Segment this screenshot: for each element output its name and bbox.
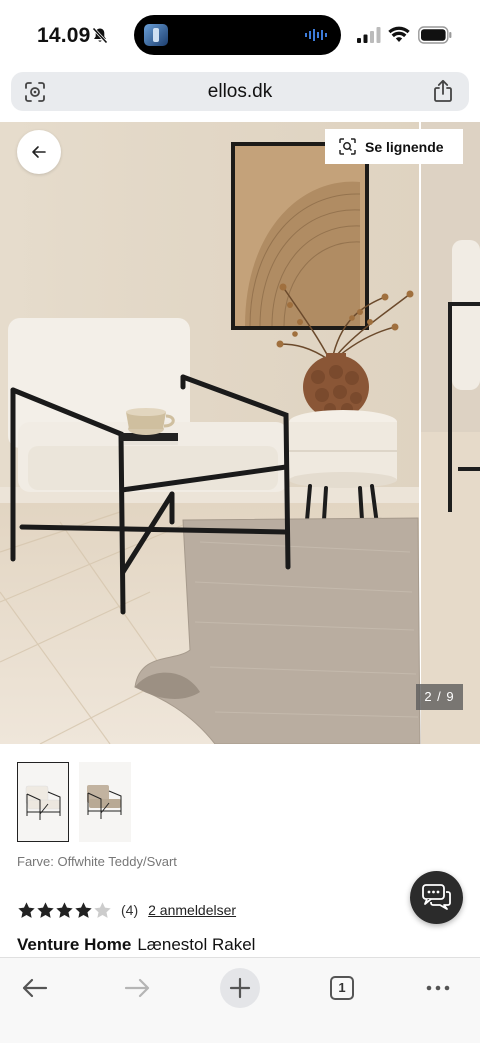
signal-icon bbox=[357, 27, 381, 43]
chat-icon bbox=[422, 884, 451, 910]
url-text[interactable]: ellos.dk bbox=[11, 81, 469, 103]
product-photo bbox=[0, 122, 480, 744]
audio-wave-icon bbox=[305, 29, 327, 41]
browser-forward-button[interactable] bbox=[117, 968, 157, 1008]
rating-count: (4) bbox=[121, 902, 139, 918]
tabs-button[interactable]: 1 bbox=[322, 968, 362, 1008]
wifi-icon bbox=[388, 26, 410, 42]
see-similar-button[interactable]: Se lignende bbox=[325, 129, 463, 164]
address-bar[interactable]: ellos.dk bbox=[11, 72, 469, 111]
battery-icon bbox=[418, 26, 452, 44]
more-icon bbox=[426, 985, 450, 991]
chair-thumbnail-image bbox=[87, 785, 122, 819]
more-button[interactable] bbox=[418, 968, 458, 1008]
back-button[interactable] bbox=[17, 130, 61, 174]
star-empty-icon bbox=[94, 901, 111, 918]
back-arrow-icon bbox=[22, 978, 48, 998]
share-icon[interactable] bbox=[432, 79, 454, 103]
see-similar-label: Se lignende bbox=[365, 138, 444, 155]
status-time: 14.09 bbox=[37, 24, 91, 47]
thumbnail-offwhite[interactable] bbox=[17, 762, 69, 842]
plus-icon bbox=[229, 977, 251, 999]
product-image-gallery[interactable] bbox=[0, 122, 480, 744]
bell-muted-icon bbox=[92, 27, 108, 44]
star-filled-icon bbox=[75, 901, 92, 918]
forward-arrow-icon bbox=[124, 978, 150, 998]
tab-count: 1 bbox=[330, 976, 354, 1000]
product-title: Venture Home Lænestol Rakel bbox=[17, 935, 255, 955]
now-playing-app-icon bbox=[144, 24, 168, 46]
visual-search-icon bbox=[339, 138, 356, 155]
star-filled-icon bbox=[56, 901, 73, 918]
thumbnail-beige[interactable] bbox=[79, 762, 131, 842]
arrow-left-icon bbox=[32, 146, 46, 158]
star-filled-icon bbox=[18, 901, 35, 918]
browser-back-button[interactable] bbox=[15, 968, 55, 1008]
star-filled-icon bbox=[37, 901, 54, 918]
star-rating bbox=[17, 901, 112, 920]
new-tab-button[interactable] bbox=[220, 968, 260, 1008]
rating-row: (4) 2 anmeldelser bbox=[17, 899, 236, 921]
image-counter: 2 / 9 bbox=[416, 684, 463, 710]
reviews-link[interactable]: 2 anmeldelser bbox=[148, 902, 236, 918]
chair-thumbnail-image bbox=[25, 785, 61, 820]
chat-button[interactable] bbox=[410, 871, 463, 924]
status-bar: 14.09 bbox=[0, 0, 480, 70]
selected-color: Farve: Offwhite Teddy/Svart bbox=[17, 854, 177, 869]
dynamic-island bbox=[134, 15, 341, 55]
product-brand[interactable]: Venture Home bbox=[17, 935, 131, 954]
browser-toolbar: 1 bbox=[0, 957, 480, 1043]
product-name: Lænestol Rakel bbox=[137, 935, 256, 954]
